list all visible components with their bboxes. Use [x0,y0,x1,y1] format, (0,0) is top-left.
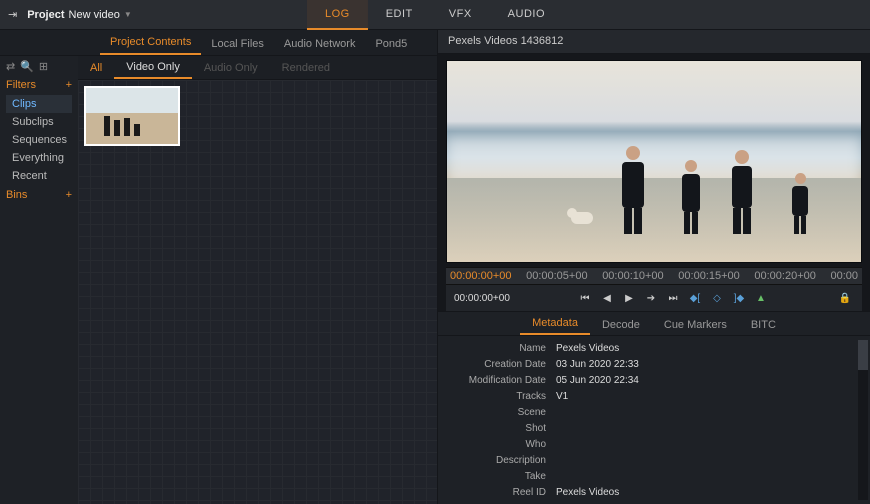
meta-label: Take [446,471,556,482]
metadata-panel: Metadata Decode Cue Markers BITC NamePex… [438,311,870,504]
filter-all[interactable]: All [78,58,114,78]
metadata-tabs: Metadata Decode Cue Markers BITC [438,312,870,336]
meta-value[interactable]: 03 Jun 2020 22:33 [556,359,639,370]
tab-decode[interactable]: Decode [590,315,652,335]
mark-in-button[interactable]: ◆[ [686,290,704,306]
tab-edit[interactable]: EDIT [368,0,431,30]
timeline-mark: 00:00:00+00 [450,270,526,282]
timeline-mark: 00:00:05+00 [526,270,602,282]
mark-clear-button[interactable]: ◇ [708,290,726,306]
main-area: Project Contents Local Files Audio Netwo… [0,30,870,504]
sidebar: ⇄ 🔍 ⊞ Filters+ Clips Subclips Sequences … [0,56,78,504]
timecode-display[interactable]: 00:00:00+00 [454,293,510,304]
sidebar-item-clips[interactable]: Clips [6,95,72,113]
meta-label: Description [446,455,556,466]
filter-audio-only[interactable]: Audio Only [192,58,270,78]
workspace-tabs: LOG EDIT VFX AUDIO [307,0,563,30]
meta-label: Name [446,343,556,354]
tab-audio[interactable]: AUDIO [490,0,563,30]
view-icon[interactable]: ⊞ [39,60,48,73]
meta-label: Shot [446,423,556,434]
bins-header[interactable]: Bins+ [6,189,72,201]
title-bar: ⇥ Project New video ▼ LOG EDIT VFX AUDIO [0,0,870,30]
step-forward-button[interactable]: ➔ [642,290,660,306]
tab-vfx[interactable]: VFX [431,0,490,30]
goto-end-button[interactable]: ⏭ [664,290,682,306]
project-label: Project [27,9,64,21]
meta-label: Creation Date [446,359,556,370]
filter-row: All Video Only Audio Only Rendered [78,56,437,80]
tab-metadata[interactable]: Metadata [520,313,590,335]
video-preview[interactable] [446,60,862,263]
tab-project-contents[interactable]: Project Contents [100,31,201,55]
sidebar-item-subclips[interactable]: Subclips [6,113,72,131]
tab-bitc[interactable]: BITC [739,315,788,335]
tab-audio-network[interactable]: Audio Network [274,33,366,55]
meta-value[interactable]: 05 Jun 2020 22:34 [556,375,639,386]
sidebar-item-sequences[interactable]: Sequences [6,131,72,149]
dog-figure [567,208,597,228]
timeline-mark: 00:00 [830,270,858,282]
meta-value[interactable]: V1 [556,391,568,402]
meta-label: Scene [446,407,556,418]
right-pane: Pexels Videos 1436812 00:00:00+00 00:00:… [438,30,870,504]
filter-rendered[interactable]: Rendered [270,58,342,78]
add-marker-button[interactable]: ▲ [752,290,770,306]
meta-label: Modification Date [446,375,556,386]
filters-header[interactable]: Filters+ [6,79,72,91]
viewer-title: Pexels Videos 1436812 [438,30,870,54]
play-button[interactable]: ▶ [620,290,638,306]
source-tabs: Project Contents Local Files Audio Netwo… [0,30,437,56]
meta-label: Who [446,439,556,450]
thumbnail-area[interactable] [78,80,437,504]
viewer: 00:00:00+00 00:00:05+00 00:00:10+00 00:0… [438,54,870,311]
clip-thumbnail[interactable] [84,86,180,146]
metadata-body: NamePexels Videos Creation Date03 Jun 20… [438,336,870,504]
import-icon[interactable]: ⇥ [8,8,17,21]
timeline-mark: 00:00:10+00 [602,270,678,282]
filter-video-only[interactable]: Video Only [114,57,192,79]
tab-cue-markers[interactable]: Cue Markers [652,315,739,335]
meta-value[interactable]: Pexels Videos [556,487,619,498]
meta-label: Reel ID [446,487,556,498]
meta-value[interactable]: Pexels Videos [556,343,619,354]
plus-icon[interactable]: + [66,189,72,201]
tab-pond5[interactable]: Pond5 [365,33,417,55]
tab-log[interactable]: LOG [307,0,368,30]
project-name: New video [69,9,120,21]
timeline-mark: 00:00:15+00 [678,270,754,282]
browser: All Video Only Audio Only Rendered [78,56,437,504]
search-icon[interactable]: 🔍 [20,60,34,73]
left-pane: Project Contents Local Files Audio Netwo… [0,30,438,504]
meta-label: Tracks [446,391,556,402]
lock-icon[interactable]: 🔒 [836,290,854,306]
transport-controls: 00:00:00+00 ⏮ ◀ ▶ ➔ ⏭ ◆[ ◇ ]◆ ▲ 🔒 [446,285,862,311]
project-dropdown-icon[interactable]: ▼ [124,10,132,19]
sidebar-item-recent[interactable]: Recent [6,167,72,185]
plus-icon[interactable]: + [66,79,72,91]
link-icon[interactable]: ⇄ [6,60,15,73]
sidebar-item-everything[interactable]: Everything [6,149,72,167]
tab-local-files[interactable]: Local Files [201,33,274,55]
step-back-button[interactable]: ◀ [598,290,616,306]
timeline-ruler[interactable]: 00:00:00+00 00:00:05+00 00:00:10+00 00:0… [446,267,862,285]
goto-start-button[interactable]: ⏮ [576,290,594,306]
timeline-mark: 00:00:20+00 [754,270,830,282]
sidebar-tools: ⇄ 🔍 ⊞ [6,60,72,73]
mark-out-button[interactable]: ]◆ [730,290,748,306]
scrollbar-thumb[interactable] [858,340,868,370]
